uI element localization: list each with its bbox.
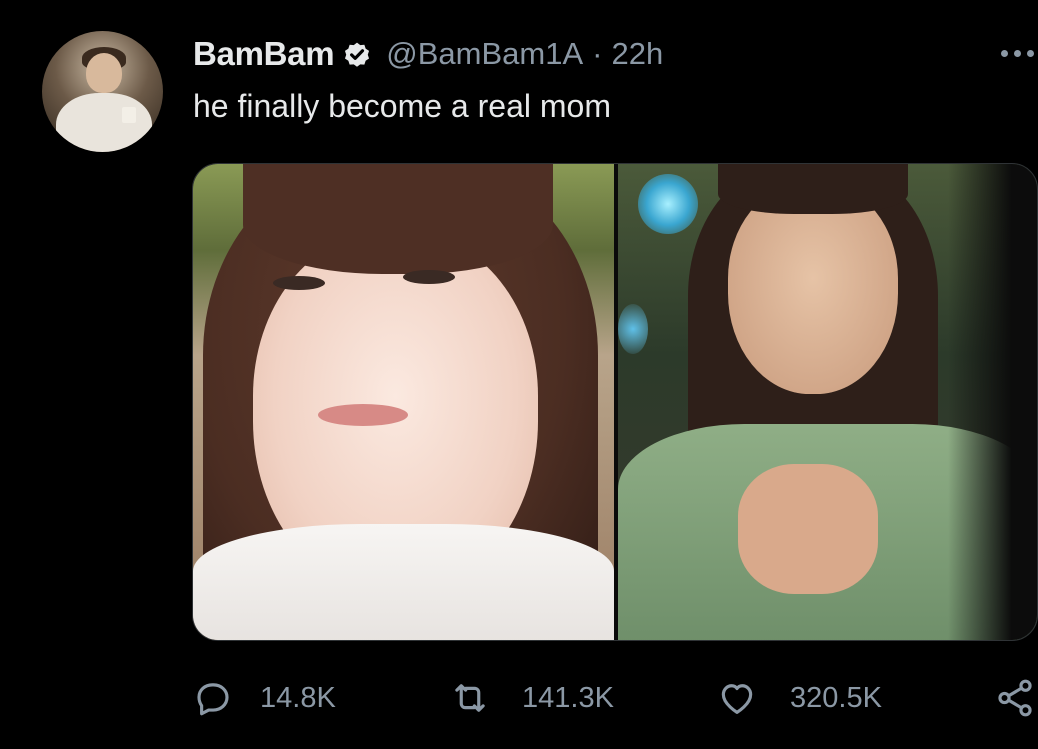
tweet-text: he finally become a real mom (193, 88, 611, 124)
display-name[interactable]: BamBam (193, 35, 335, 73)
more-dot (1001, 50, 1008, 57)
like-count: 320.5K (790, 681, 882, 714)
timestamp[interactable]: 22h (611, 36, 663, 72)
like-button[interactable]: 320.5K (716, 668, 882, 728)
tweet-media[interactable] (192, 163, 1038, 641)
more-options-icon[interactable] (998, 38, 1038, 68)
right-photo-bokeh (638, 174, 698, 234)
reply-button[interactable]: 14.8K (192, 668, 336, 728)
verified-badge-icon (340, 37, 374, 71)
left-photo-eye (403, 270, 455, 284)
retweet-icon (448, 677, 492, 719)
right-photo-bangs (718, 164, 908, 214)
separator-dot: · (592, 36, 603, 71)
left-photo-lips (318, 404, 408, 426)
heart-icon (716, 677, 758, 719)
tweet-header: BamBam @BamBam1A · 22h (193, 34, 663, 74)
tweet: BamBam @BamBam1A · 22h he finally become… (0, 0, 1038, 749)
action-bar: 14.8K 141.3K 320.5K (0, 668, 1038, 728)
avatar-cup-shape (122, 107, 136, 123)
right-photo-face (728, 184, 898, 394)
more-dot (1014, 50, 1021, 57)
right-photo-bokeh (618, 304, 648, 354)
retweet-button[interactable]: 141.3K (448, 668, 614, 728)
right-photo-hands (738, 464, 878, 594)
right-photo-shadow (948, 164, 1037, 640)
handle[interactable]: @BamBam1A (386, 36, 583, 72)
reply-icon (192, 677, 234, 719)
left-photo-shirt (193, 524, 614, 640)
share-icon (994, 677, 1036, 719)
left-photo-eye (273, 276, 325, 290)
avatar-head-shape (86, 53, 122, 93)
left-photo-bangs (243, 164, 553, 274)
left-photo[interactable] (193, 164, 614, 640)
avatar-body-shape (56, 93, 152, 152)
retweet-count: 141.3K (522, 681, 614, 714)
share-button[interactable] (994, 668, 1036, 728)
reply-count: 14.8K (260, 681, 336, 714)
avatar[interactable] (42, 31, 163, 152)
right-photo[interactable] (618, 164, 1037, 640)
more-dot (1027, 50, 1034, 57)
